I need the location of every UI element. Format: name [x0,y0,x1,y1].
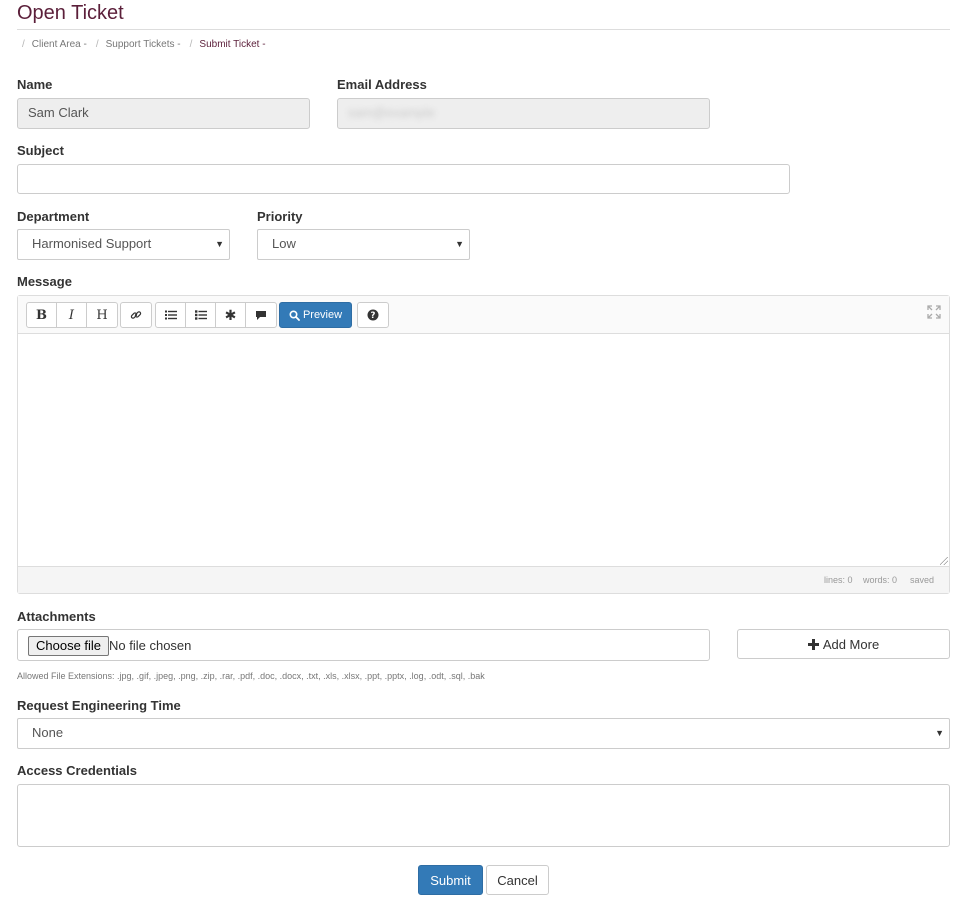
add-more-label: Add More [822,636,880,652]
caret-down-icon: ▼ [215,239,224,249]
search-icon [289,309,300,321]
name-field[interactable]: Sam Clark [17,98,310,129]
preview-label: Preview [302,309,343,321]
cancel-button[interactable]: Cancel [486,865,549,895]
bullet-list-icon [164,310,177,320]
priority-label: Priority [257,209,303,224]
subject-input[interactable] [17,164,790,194]
line-count: lines: 0 [824,575,853,585]
file-status: No file chosen [109,638,192,653]
message-editor: B I H ✱ Preview ? lines: 0 words: 0 save… [17,295,950,594]
email-value: sam@example [348,105,435,120]
caret-down-icon: ▼ [455,239,464,249]
breadcrumb-separator: / [22,39,25,50]
plus-icon [807,638,819,650]
numbered-list-button[interactable] [186,303,216,327]
link-button[interactable] [121,303,151,327]
title-divider [17,29,950,30]
bullet-list-button[interactable] [156,303,186,327]
expand-icon [927,305,941,319]
help-button[interactable]: ? [358,303,388,327]
access-credentials-textarea[interactable] [17,784,950,847]
comment-icon [256,310,266,320]
department-select[interactable]: Harmonised Support ▼ [17,229,230,260]
attachments-label: Attachments [17,609,96,624]
heading-button[interactable]: H [87,303,117,327]
numbered-list-icon [194,310,207,320]
subject-label: Subject [17,143,64,158]
page-title: Open Ticket [17,2,124,24]
fullscreen-button[interactable] [927,305,941,322]
link-icon [130,311,142,319]
email-field[interactable]: sam@example [337,98,710,129]
submit-button[interactable]: Submit [418,865,483,895]
breadcrumb-separator: / [95,39,99,50]
email-label: Email Address [337,77,427,92]
choose-file-button[interactable]: Choose file [28,636,110,656]
message-textarea[interactable] [18,334,949,566]
quote-button[interactable] [246,303,276,327]
asterisk-icon: ✱ [224,306,237,323]
breadcrumb: / Client Area - / Support Tickets - / Submit … [22,38,275,52]
question-circle-icon: ? [367,309,379,321]
link-button-group [120,302,152,328]
breadcrumb-separator: / [189,39,193,50]
department-selected-value: Harmonised Support [32,236,152,251]
italic-button[interactable]: I [57,303,87,327]
bold-button[interactable]: B [27,303,57,327]
help-button-group: ? [357,302,389,328]
resize-handle[interactable] [940,557,948,565]
engineering-time-label: Request Engineering Time [17,698,181,713]
engineering-time-select[interactable]: None ▼ [17,718,950,749]
add-more-button[interactable]: Add More [737,629,950,659]
file-input[interactable]: Choose file No file chosen [17,629,710,661]
department-label: Department [17,209,90,224]
editor-toolbar: B I H ✱ Preview ? [18,296,949,334]
editor-status-bar: lines: 0 words: 0 saved [18,566,949,593]
name-label: Name [17,77,53,92]
list-button-group: ✱ [155,302,277,328]
engineering-time-selected-value: None [32,725,64,740]
format-button-group: B I H [26,302,118,328]
access-credentials-label: Access Credentials [17,763,137,778]
svg-text:?: ? [371,311,376,321]
save-status: saved [910,575,935,585]
priority-selected-value: Low [272,236,296,251]
allowed-extensions: Allowed File Extensions: .jpg, .gif, .jp… [17,671,485,681]
breadcrumb-client-area[interactable]: Client Area - [32,39,96,50]
caret-down-icon: ▼ [935,728,944,738]
word-count: words: 0 [863,575,898,585]
breadcrumb-support-tickets[interactable]: Support Tickets - [106,39,190,50]
message-label: Message [17,274,72,289]
priority-select[interactable]: Low ▼ [257,229,470,260]
preview-button[interactable]: Preview [279,302,352,328]
breadcrumb-submit-ticket: Submit Ticket - [199,39,266,50]
asterisk-button[interactable]: ✱ [216,303,246,327]
